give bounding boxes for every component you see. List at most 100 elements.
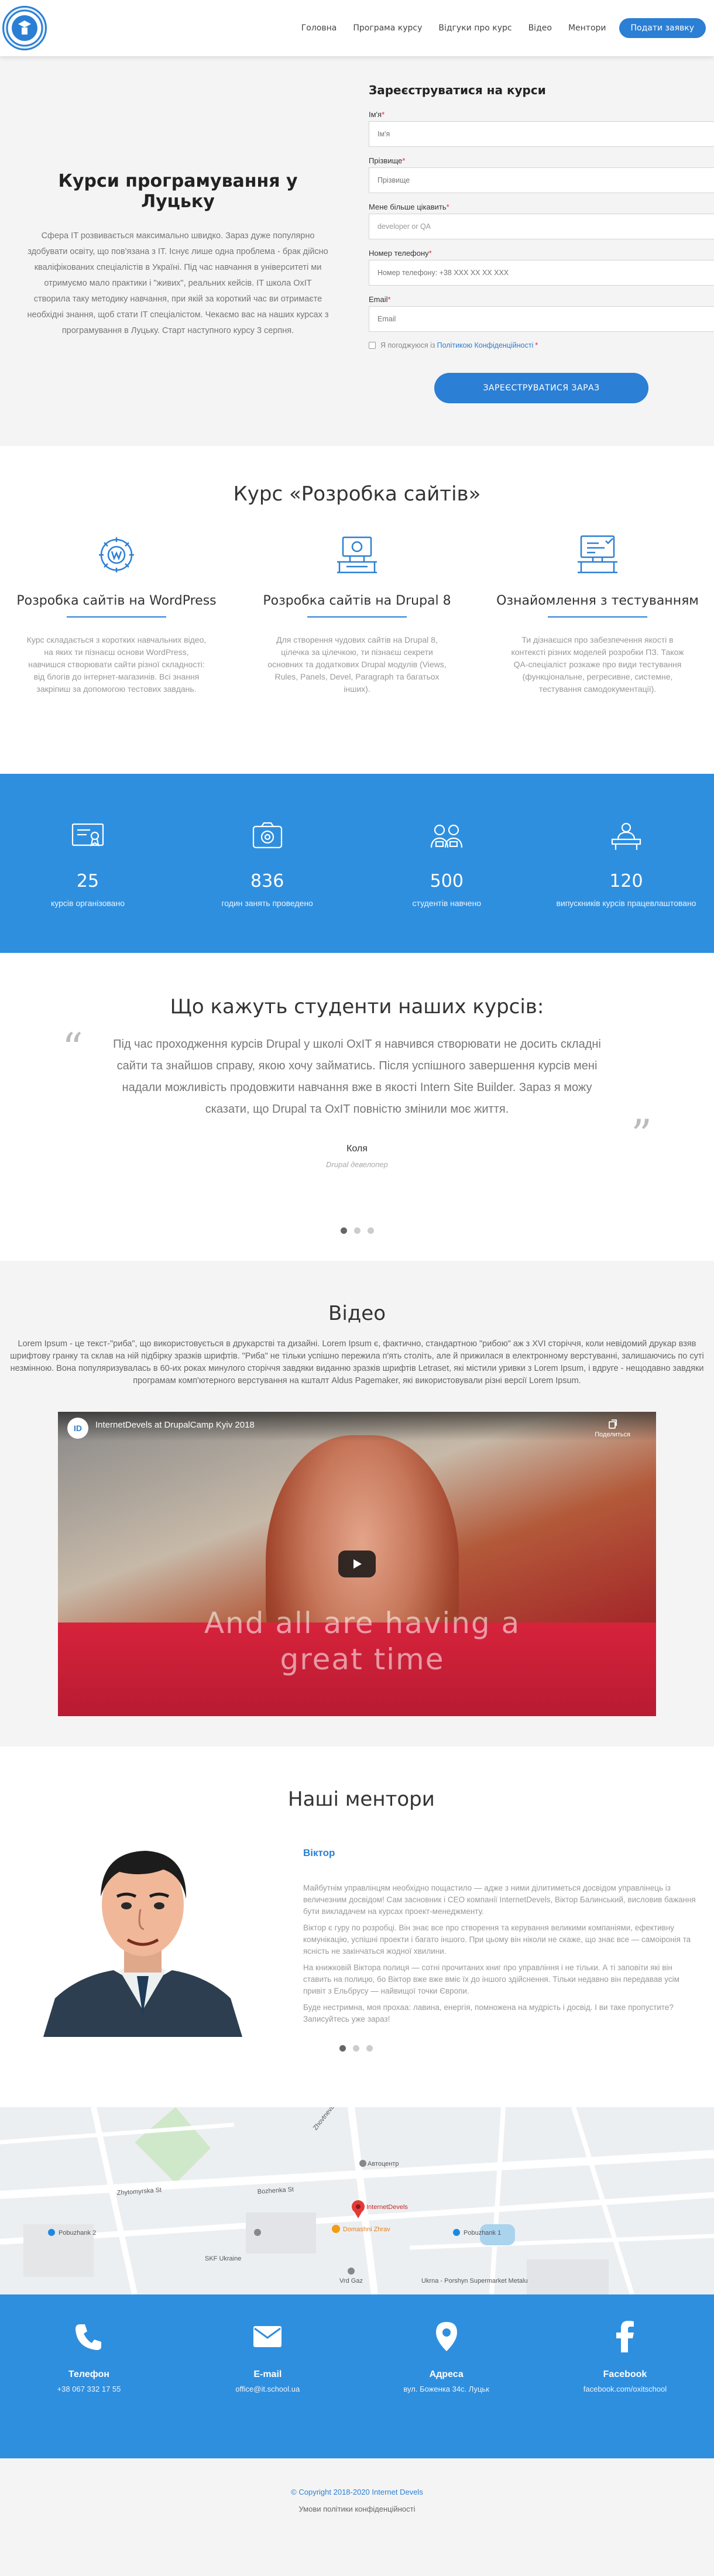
contact-title: Телефон bbox=[68, 2369, 109, 2379]
school-logo[interactable] bbox=[2, 6, 47, 50]
stat-value: 836 bbox=[250, 871, 284, 891]
video-description: Lorem Ipsum - це текст-"риба", що викори… bbox=[10, 1339, 704, 1385]
stat-label: годин занять проведено bbox=[221, 898, 313, 908]
video-section: Відео Lorem Ipsum - це текст-"риба", що … bbox=[0, 1261, 714, 1747]
stat-label: випускників курсів працевлаштовано bbox=[556, 898, 696, 908]
consent-text: Я погоджуюся із bbox=[380, 341, 435, 349]
contact-address[interactable]: Адреса вул. Боженка 34с. Луцьк bbox=[365, 2294, 528, 2458]
consent-checkbox[interactable] bbox=[369, 342, 376, 349]
divider bbox=[67, 616, 166, 618]
course-card-title: Ознайомлення з тестуванням bbox=[496, 594, 699, 608]
contact-value: вул. Боженка 34с. Луцьк bbox=[403, 2385, 489, 2393]
teacher-icon bbox=[544, 821, 708, 853]
open-quote-icon: “ bbox=[62, 1024, 83, 1072]
stat-courses: 25 курсів організовано bbox=[6, 774, 170, 953]
register-button[interactable]: ЗАРЕЄСТРУВАТИСЯ ЗАРАЗ bbox=[434, 373, 648, 403]
stat-hours: 836 годин занять проведено bbox=[186, 774, 349, 953]
pager-dot[interactable] bbox=[340, 1227, 347, 1234]
nav-video[interactable]: Відео bbox=[520, 23, 560, 33]
contact-title: Facebook bbox=[603, 2369, 647, 2379]
interest-select[interactable] bbox=[369, 214, 714, 239]
contact-title: Адреса bbox=[429, 2369, 464, 2379]
stats-band: 25 курсів організовано 836 годин занять … bbox=[0, 774, 714, 953]
hero-section: Курси програмування у Луцьку Сфера IT ро… bbox=[0, 56, 714, 446]
course-card-drupal: Розробка сайтів на Drupal 8 Для створенн… bbox=[243, 531, 471, 695]
share-button[interactable]: Поделиться bbox=[595, 1419, 630, 1438]
channel-logo[interactable]: ID bbox=[67, 1418, 88, 1439]
pager-dot[interactable] bbox=[339, 2045, 346, 2052]
mentor-bio-paragraph: На книжковій Віктора полиця — сотні проч… bbox=[303, 1963, 679, 1995]
video-title: Відео bbox=[328, 1302, 386, 1325]
privacy-terms-link[interactable]: Умови політики конфіденційності bbox=[0, 2505, 714, 2513]
mentor-bio-paragraph: Віктор є гуру по розробці. Він знає все … bbox=[303, 1923, 691, 1956]
stat-students: 500 студентів навчено bbox=[365, 774, 528, 953]
divider bbox=[548, 616, 647, 618]
map-label: Domashni Zhrav bbox=[343, 2226, 390, 2233]
map-label: InternetDevels bbox=[366, 2204, 408, 2211]
stat-label: студентів навчено bbox=[412, 898, 482, 908]
camera-icon bbox=[186, 821, 349, 853]
location-pin-icon bbox=[365, 2319, 528, 2354]
nav-program[interactable]: Програма курсу bbox=[345, 23, 430, 33]
phone-input[interactable] bbox=[369, 260, 714, 286]
testing-computer-icon bbox=[483, 531, 712, 578]
phone-icon bbox=[7, 2319, 171, 2354]
surname-input[interactable] bbox=[369, 167, 714, 193]
mentors-section: Наші ментори Віктор Майбутнім управлінця… bbox=[0, 1747, 714, 2107]
course-card-title: Розробка сайтів на WordPress bbox=[16, 594, 217, 608]
nav-mentors[interactable]: Ментори bbox=[560, 23, 615, 33]
main-nav: Головна Програма курсу Відгуки про курс … bbox=[293, 18, 706, 38]
close-quote-icon: ” bbox=[631, 1111, 652, 1159]
divider bbox=[307, 616, 407, 618]
mentor-bio-paragraph: Майбутнім управлінцям необхідно пощастил… bbox=[303, 1884, 696, 1916]
mentor-name: Віктор bbox=[303, 1847, 335, 1858]
pager-dot[interactable] bbox=[366, 2045, 373, 2052]
player-title[interactable]: InternetDevels at DrupalCamp Kyiv 2018 bbox=[95, 1420, 255, 1430]
mentor-portrait bbox=[43, 1840, 242, 2037]
nav-reviews[interactable]: Відгуки про курс bbox=[430, 23, 520, 33]
consent-row: Я погоджуюся із Політикою Конфіденційнос… bbox=[369, 341, 714, 349]
pager-dot[interactable] bbox=[367, 1227, 374, 1234]
pager-dot[interactable] bbox=[353, 2045, 359, 2052]
testimonial-slide: “ Під час проходження курсів Drupal у шк… bbox=[62, 1028, 652, 1155]
mentor-bio: Майбутнім управлінцям необхідно пощастил… bbox=[303, 1882, 696, 2030]
play-button[interactable] bbox=[338, 1551, 376, 1577]
testimonial-quote: Під час проходження курсів Drupal у школ… bbox=[113, 1038, 601, 1116]
stat-label: курсів організовано bbox=[51, 898, 125, 908]
mentor-bio-paragraph: Буде нестримна, моя прохаа: лавина, енер… bbox=[303, 2003, 674, 2023]
contact-phone[interactable]: Телефон +38 067 332 17 55 bbox=[7, 2294, 171, 2458]
map-label: Pobuzhank 1 bbox=[464, 2229, 501, 2237]
video-player[interactable]: ID InternetDevels at DrupalCamp Kyiv 201… bbox=[58, 1412, 656, 1716]
testimonials-title: Що кажуть студенти наших курсів: bbox=[170, 995, 544, 1018]
mentor-pager bbox=[339, 2045, 373, 2052]
email-input[interactable] bbox=[369, 306, 714, 332]
map-label: Pobuzhank 2 bbox=[59, 2229, 96, 2237]
share-icon bbox=[608, 1419, 617, 1429]
course-card-text: Курс складається з коротких навчальних в… bbox=[26, 635, 207, 694]
copyright: © Copyright 2018-2020 Internet Devels bbox=[291, 2488, 423, 2496]
map-label: Vrd Gaz bbox=[339, 2277, 363, 2285]
map-label: Автоцентр bbox=[368, 2160, 399, 2167]
email-label: Email* bbox=[369, 295, 391, 304]
course-section: Курс «Розробка сайтів» Розробка сайтів н… bbox=[0, 446, 714, 774]
pager-dot[interactable] bbox=[353, 1227, 361, 1234]
apply-button[interactable]: Подати заявку bbox=[619, 18, 706, 38]
map-label: Ukrnа - Porshyn Supermarket Metalu bbox=[421, 2277, 528, 2285]
contact-value: +38 067 332 17 55 bbox=[57, 2385, 121, 2393]
contact-email[interactable]: E-mail office@it.school.ua bbox=[186, 2294, 349, 2458]
hero-text: Сфера IT розвивається максимально швидко… bbox=[27, 231, 329, 335]
site-header: Головна Програма курсу Відгуки про курс … bbox=[0, 0, 714, 56]
stat-value: 25 bbox=[76, 871, 99, 891]
privacy-policy-link[interactable]: Політикою Конфіденційності bbox=[437, 341, 534, 349]
course-card-title: Розробка сайтів на Drupal 8 bbox=[263, 594, 451, 608]
nav-home[interactable]: Головна bbox=[293, 23, 345, 33]
testimonials-section: Що кажуть студенти наших курсів: “ Під ч… bbox=[0, 953, 714, 1261]
location-map[interactable]: Zhovtneva St Zhytomyrska St Bozhenka St … bbox=[0, 2107, 714, 2294]
name-input[interactable] bbox=[369, 121, 714, 147]
hero-title: Курси програмування у Луцьку bbox=[58, 171, 298, 212]
course-card-wordpress: Розробка сайтів на WordPress Курс склада… bbox=[2, 531, 231, 695]
contact-facebook[interactable]: Facebook facebook.com/oxitschool bbox=[543, 2294, 707, 2458]
play-icon bbox=[353, 1559, 362, 1569]
stat-employed: 120 випускників курсів працевлаштовано bbox=[544, 774, 708, 953]
stat-value: 120 bbox=[609, 871, 643, 891]
